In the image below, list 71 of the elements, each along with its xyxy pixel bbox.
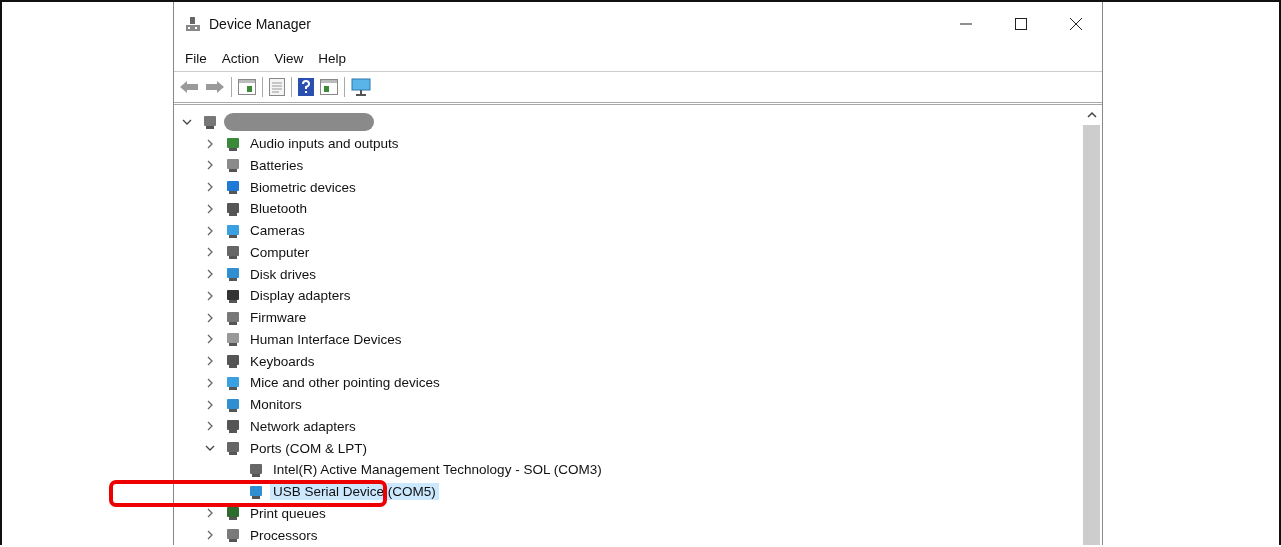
tree-item[interactable]: Cameras xyxy=(247,222,308,240)
device-icon xyxy=(225,200,241,217)
expand-chevron-icon[interactable] xyxy=(205,269,215,280)
device-icon xyxy=(248,483,264,500)
expand-chevron-icon[interactable] xyxy=(205,356,215,367)
tree-item[interactable]: Monitors xyxy=(247,396,305,414)
device-icon xyxy=(225,374,241,391)
expand-chevron-icon[interactable] xyxy=(205,203,215,214)
device-icon xyxy=(248,461,264,478)
window-title: Device Manager xyxy=(209,15,311,32)
tree-item[interactable]: Human Interface Devices xyxy=(247,330,405,348)
expand-chevron-icon[interactable] xyxy=(205,399,215,410)
menu-item[interactable]: File xyxy=(185,50,207,66)
expand-chevron-icon[interactable] xyxy=(205,225,215,236)
tree-item[interactable]: Keyboards xyxy=(247,352,318,370)
tree-item[interactable]: Audio inputs and outputs xyxy=(247,135,402,153)
menu-item[interactable]: Help xyxy=(318,50,347,66)
device-icon xyxy=(225,287,241,304)
properties-icon[interactable] xyxy=(269,78,285,96)
device-icon xyxy=(225,527,241,544)
expand-chevron-icon[interactable] xyxy=(205,377,215,388)
monitor-icon[interactable] xyxy=(351,78,371,96)
device-icon xyxy=(225,418,241,435)
device-icon xyxy=(225,353,241,370)
close-icon[interactable] xyxy=(1070,17,1082,30)
tree-item[interactable]: Firmware xyxy=(247,309,310,327)
panel-icon[interactable] xyxy=(320,79,338,95)
maximize-icon[interactable] xyxy=(1015,17,1027,30)
back-arrow-icon[interactable] xyxy=(179,80,199,94)
device-icon xyxy=(225,331,241,348)
tree-item[interactable]: Print queues xyxy=(247,504,329,522)
device-icon xyxy=(225,309,241,326)
device-icon xyxy=(225,222,241,239)
expand-chevron-icon[interactable] xyxy=(205,247,215,258)
forward-arrow-icon[interactable] xyxy=(205,80,225,94)
tree-item[interactable]: Display adapters xyxy=(247,287,354,305)
menu-item[interactable]: Action xyxy=(221,50,260,66)
tree-item[interactable]: Processors xyxy=(247,526,321,544)
expand-chevron-icon[interactable] xyxy=(205,182,215,193)
expand-chevron-icon[interactable] xyxy=(205,160,215,171)
device-icon xyxy=(225,157,241,174)
device-icon xyxy=(202,113,218,130)
expand-chevron-icon[interactable] xyxy=(205,334,215,345)
expand-chevron-icon[interactable] xyxy=(205,138,215,149)
device-icon xyxy=(225,244,241,261)
expand-chevron-icon[interactable] xyxy=(205,508,215,519)
tree-item[interactable]: Mice and other pointing devices xyxy=(247,374,443,392)
tree-item[interactable]: Network adapters xyxy=(247,417,359,435)
tree-item[interactable]: USB Serial Device (COM5) xyxy=(270,483,439,501)
panel-icon[interactable] xyxy=(238,79,256,95)
device-icon xyxy=(225,266,241,283)
device-icon xyxy=(225,135,241,152)
device-icon xyxy=(225,179,241,196)
tree-item[interactable]: Bluetooth xyxy=(247,200,311,218)
expand-chevron-icon[interactable] xyxy=(205,312,215,323)
tree-item[interactable]: Intel(R) Active Management Technology - SOL (COM3) xyxy=(270,461,605,479)
tree-item[interactable]: Disk drives xyxy=(247,265,319,283)
expand-chevron-icon[interactable] xyxy=(205,290,215,301)
scroll-up-icon[interactable] xyxy=(1086,111,1097,119)
device-icon xyxy=(225,440,241,457)
tree-item[interactable]: Batteries xyxy=(247,156,307,174)
expand-chevron-icon[interactable] xyxy=(205,530,215,541)
tree-item[interactable]: Ports (COM & LPT) xyxy=(247,439,370,457)
device-icon xyxy=(225,505,241,522)
tree-item[interactable]: Computer xyxy=(247,243,313,261)
help-icon[interactable] xyxy=(298,78,314,96)
expand-chevron-icon[interactable] xyxy=(205,421,215,432)
device-icon xyxy=(185,15,201,32)
tree-item[interactable]: Biometric devices xyxy=(247,178,359,196)
device-icon xyxy=(225,396,241,413)
menu-item[interactable]: View xyxy=(274,50,304,66)
